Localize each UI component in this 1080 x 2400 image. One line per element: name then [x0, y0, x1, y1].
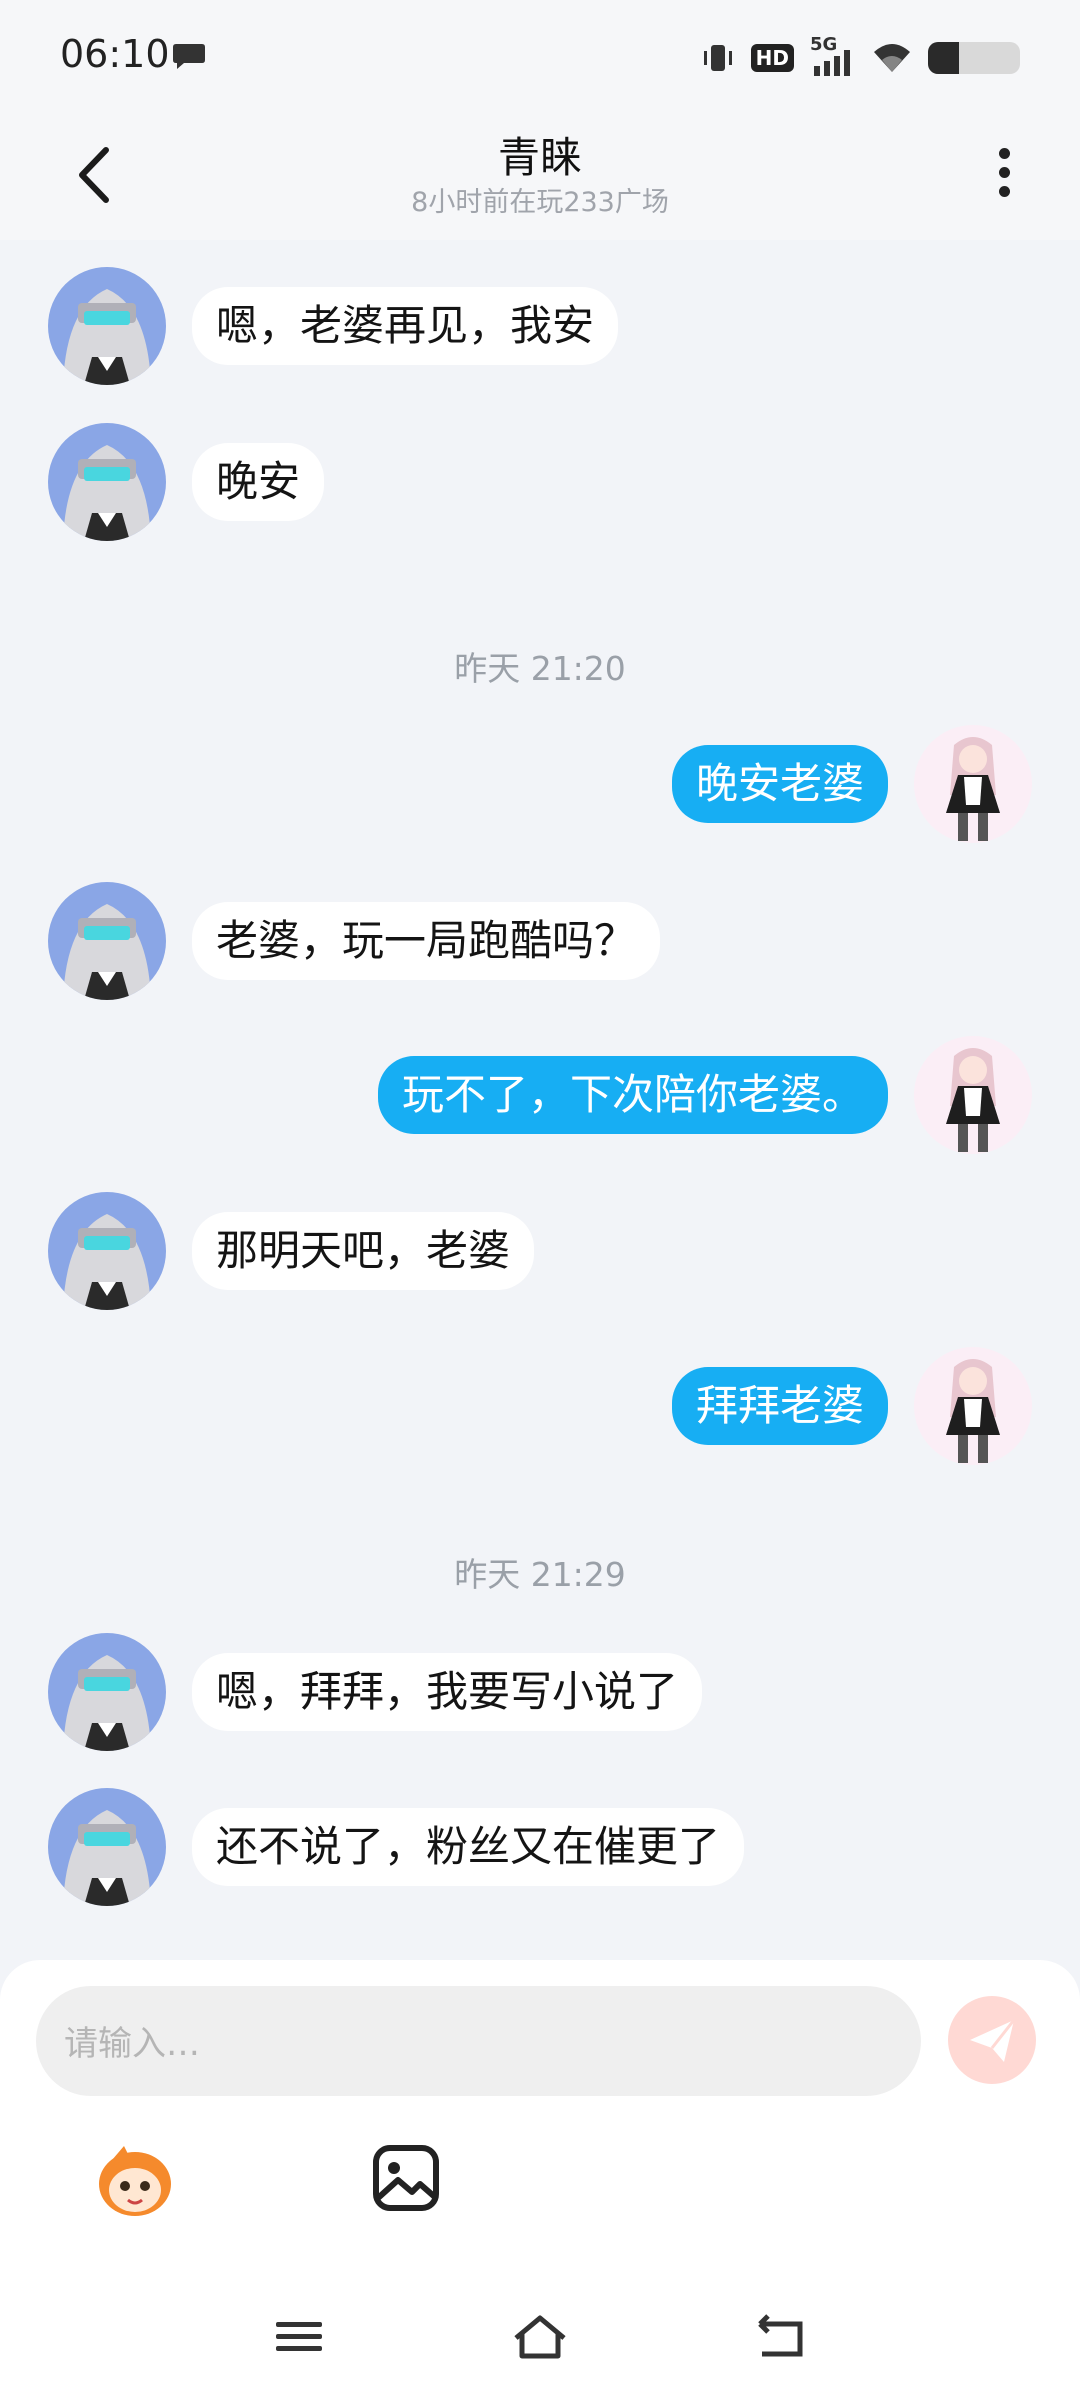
message-outgoing: 晚安老婆 [671, 725, 1032, 843]
status-bar: 06:10 HD 5G [0, 0, 1080, 110]
message-bubble[interactable]: 晚安 [192, 442, 325, 522]
wifi-icon [874, 44, 910, 72]
message-outgoing: 玩不了，下次陪你老婆。 [377, 1036, 1032, 1154]
chat-status-subtitle: 8小时前在玩233广场 [411, 187, 669, 218]
mascot-emoji-icon[interactable] [92, 2140, 178, 2220]
message-incoming: 老婆，玩一局跑酷吗？ [48, 882, 661, 1000]
message-incoming: 嗯，拜拜，我要写小说了 [48, 1633, 703, 1751]
menu-icon[interactable] [270, 2312, 330, 2362]
message-bubble[interactable]: 晚安老婆 [671, 744, 888, 824]
image-icon[interactable] [370, 2142, 442, 2214]
contact-avatar[interactable] [48, 1192, 166, 1310]
battery-icon [928, 42, 1020, 74]
message-incoming: 嗯，老婆再见，我安 [48, 267, 619, 385]
message-bubble[interactable]: 嗯，拜拜，我要写小说了 [192, 1652, 703, 1732]
vibrate-icon [703, 45, 732, 71]
more-options-icon[interactable] [992, 140, 1016, 210]
message-bubble[interactable]: 玩不了，下次陪你老婆。 [377, 1055, 888, 1135]
message-timestamp: 昨天 21:29 [454, 1555, 626, 1594]
back-nav-icon[interactable] [750, 2312, 810, 2362]
message-incoming: 还不说了，粉丝又在催更了 [48, 1788, 745, 1906]
message-bubble[interactable]: 嗯，老婆再见，我安 [192, 286, 619, 366]
message-bubble[interactable]: 还不说了，粉丝又在催更了 [192, 1807, 745, 1887]
contact-avatar[interactable] [48, 882, 166, 1000]
message-incoming: 那明天吧，老婆 [48, 1192, 535, 1310]
message-timestamp: 昨天 21:20 [454, 649, 626, 688]
message-outgoing: 拜拜老婆 [671, 1347, 1032, 1465]
send-icon [970, 2019, 1016, 2062]
self-avatar[interactable] [914, 1036, 1032, 1154]
self-avatar[interactable] [914, 1347, 1032, 1465]
status-time: 06:10 [60, 32, 170, 76]
contact-avatar[interactable] [48, 423, 166, 541]
message-input[interactable]: 请输入… [36, 1986, 921, 2096]
contact-avatar[interactable] [48, 1633, 166, 1751]
message-bubble[interactable]: 拜拜老婆 [671, 1366, 888, 1446]
message-notification-icon [173, 44, 205, 69]
cellular-signal-icon: 5G [810, 34, 856, 78]
system-navigation-bar [0, 2290, 1080, 2380]
message-bubble[interactable]: 那明天吧，老婆 [192, 1211, 535, 1291]
chat-header: 青睐 8小时前在玩233广场 [0, 110, 1080, 240]
self-avatar[interactable] [914, 725, 1032, 843]
message-incoming: 晚安 [48, 423, 325, 541]
home-icon[interactable] [510, 2312, 570, 2362]
chat-title: 青睐 [497, 133, 582, 182]
send-button[interactable] [948, 1996, 1036, 2084]
hd-badge: HD [750, 44, 794, 72]
contact-avatar[interactable] [48, 267, 166, 385]
message-bubble[interactable]: 老婆，玩一局跑酷吗？ [192, 901, 661, 981]
contact-avatar[interactable] [48, 1788, 166, 1906]
